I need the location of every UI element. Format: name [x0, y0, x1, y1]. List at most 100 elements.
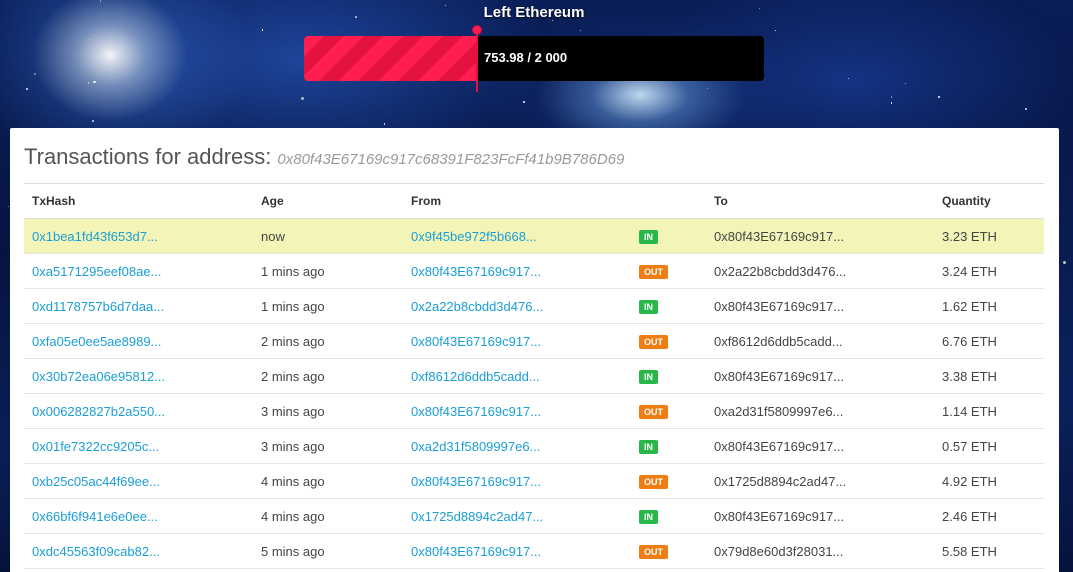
- to-address-cell: 0x80f43E67169c917...: [706, 288, 934, 324]
- txhash-cell: 0xdc45563f09cab82...: [24, 533, 253, 569]
- txhash-link[interactable]: 0xfa05e0ee5ae8989...: [32, 334, 161, 349]
- txhash-link[interactable]: 0xb25c05ac44f69ee...: [32, 474, 160, 489]
- direction-badge: IN: [639, 370, 658, 384]
- from-cell: 0x80f43E67169c917...: [403, 463, 631, 499]
- from-address-link[interactable]: 0x2a22b8cbdd3d476...: [411, 299, 543, 314]
- direction-badge: OUT: [639, 405, 668, 419]
- from-address-link[interactable]: 0x80f43E67169c917...: [411, 544, 541, 559]
- direction-badge: OUT: [639, 475, 668, 489]
- to-address-cell: 0x80f43E67169c917...: [706, 358, 934, 394]
- transactions-table-body: 0x1bea1fd43f653d7... now 0x9f45be972f5b668…: [24, 218, 1044, 569]
- txhash-cell: 0x30b72ea06e95812...: [24, 358, 253, 394]
- age-cell: 1 mins ago: [253, 253, 403, 289]
- from-address-link[interactable]: 0xa2d31f5809997e6...: [411, 439, 540, 454]
- transactions-panel: Transactions for address: 0x80f43E67169c9…: [10, 128, 1059, 572]
- age-cell: 3 mins ago: [253, 393, 403, 429]
- direction-badge: IN: [639, 230, 658, 244]
- txhash-cell: 0x006282827b2a550...: [24, 393, 253, 429]
- direction-cell: OUT: [631, 463, 706, 499]
- direction-cell: IN: [631, 428, 706, 464]
- progress-marker-dot: [472, 25, 482, 35]
- from-cell: 0x1725d8894c2ad47...: [403, 498, 631, 534]
- table-header-row: TxHash Age From To Quantity: [24, 183, 1044, 219]
- txhash-cell: 0xd1178757b6d7daa...: [24, 288, 253, 324]
- direction-badge: OUT: [639, 545, 668, 559]
- age-cell: 4 mins ago: [253, 463, 403, 499]
- quantity-cell: 0.57 ETH: [934, 428, 1044, 464]
- direction-cell: OUT: [631, 393, 706, 429]
- txhash-link[interactable]: 0xd1178757b6d7daa...: [32, 299, 164, 314]
- direction-cell: IN: [631, 358, 706, 394]
- table-row: 0x1bea1fd43f653d7... now 0x9f45be972f5b668…: [24, 218, 1044, 254]
- direction-cell: IN: [631, 288, 706, 324]
- txhash-cell: 0x66bf6f941e6e0ee...: [24, 498, 253, 534]
- txhash-link[interactable]: 0x1bea1fd43f653d7...: [32, 229, 158, 244]
- progress-widget: Left Ethereum 753.98 / 2 000: [0, 0, 1073, 110]
- table-row: 0x30b72ea06e95812... 2 mins ago 0xf8612d6d…: [24, 358, 1044, 394]
- txhash-link[interactable]: 0xdc45563f09cab82...: [32, 544, 160, 559]
- table-row: 0xd1178757b6d7daa... 1 mins ago 0x2a22b8cb…: [24, 288, 1044, 324]
- from-address-link[interactable]: 0x80f43E67169c917...: [411, 264, 541, 279]
- to-address-cell: 0x80f43E67169c917...: [706, 218, 934, 254]
- table-row: 0x01fe7322cc9205c... 3 mins ago 0xa2d31f58…: [24, 428, 1044, 464]
- progress-value-text: 753.98 / 2 000: [484, 50, 568, 65]
- quantity-cell: 1.62 ETH: [934, 288, 1044, 324]
- txhash-link[interactable]: 0xa5171295eef08ae...: [32, 264, 161, 279]
- direction-cell: OUT: [631, 533, 706, 569]
- from-address-link[interactable]: 0x1725d8894c2ad47...: [411, 509, 543, 524]
- transactions-title: Transactions for address:: [24, 144, 272, 169]
- direction-cell: IN: [631, 218, 706, 254]
- table-row: 0x006282827b2a550... 3 mins ago 0x80f43E67…: [24, 393, 1044, 429]
- txhash-cell: 0xfa05e0ee5ae8989...: [24, 323, 253, 359]
- panel-title: Transactions for address: 0x80f43E67169c9…: [24, 144, 624, 170]
- from-cell: 0x80f43E67169c917...: [403, 323, 631, 359]
- direction-cell: OUT: [631, 253, 706, 289]
- txhash-link[interactable]: 0x01fe7322cc9205c...: [32, 439, 159, 454]
- from-address-link[interactable]: 0x80f43E67169c917...: [411, 404, 541, 419]
- from-cell: 0x80f43E67169c917...: [403, 393, 631, 429]
- direction-badge: OUT: [639, 335, 668, 349]
- table-row: 0xdc45563f09cab82... 5 mins ago 0x80f43E67…: [24, 533, 1044, 569]
- from-address-link[interactable]: 0x80f43E67169c917...: [411, 334, 541, 349]
- column-header-txhash: TxHash: [24, 183, 253, 219]
- column-header-from: From: [403, 183, 631, 219]
- txhash-link[interactable]: 0x66bf6f941e6e0ee...: [32, 509, 158, 524]
- from-cell: 0xf8612d6ddb5cadd...: [403, 358, 631, 394]
- from-address-link[interactable]: 0xf8612d6ddb5cadd...: [411, 369, 540, 384]
- table-row: 0x66bf6f941e6e0ee... 4 mins ago 0x1725d889…: [24, 498, 1044, 534]
- from-cell: 0x80f43E67169c917...: [403, 533, 631, 569]
- txhash-link[interactable]: 0x30b72ea06e95812...: [32, 369, 165, 384]
- from-cell: 0x9f45be972f5b668...: [403, 218, 631, 254]
- to-address-cell: 0x80f43E67169c917...: [706, 498, 934, 534]
- txhash-cell: 0x1bea1fd43f653d7...: [24, 218, 253, 254]
- age-cell: 4 mins ago: [253, 498, 403, 534]
- from-cell: 0xa2d31f5809997e6...: [403, 428, 631, 464]
- column-header-to: To: [706, 183, 934, 219]
- to-address-cell: 0xf8612d6ddb5cadd...: [706, 323, 934, 359]
- direction-badge: IN: [639, 510, 658, 524]
- txhash-cell: 0xb25c05ac44f69ee...: [24, 463, 253, 499]
- to-address-cell: 0x2a22b8cbdd3d476...: [706, 253, 934, 289]
- quantity-cell: 2.46 ETH: [934, 498, 1044, 534]
- to-address-cell: 0x80f43E67169c917...: [706, 428, 934, 464]
- quantity-cell: 1.14 ETH: [934, 393, 1044, 429]
- age-cell: 3 mins ago: [253, 428, 403, 464]
- to-address-cell: 0x79d8e60d3f28031...: [706, 533, 934, 569]
- from-address-link[interactable]: 0x80f43E67169c917...: [411, 474, 541, 489]
- column-header-direction: [631, 183, 706, 219]
- txhash-link[interactable]: 0x006282827b2a550...: [32, 404, 165, 419]
- from-address-link[interactable]: 0x9f45be972f5b668...: [411, 229, 537, 244]
- txhash-cell: 0xa5171295eef08ae...: [24, 253, 253, 289]
- age-cell: 5 mins ago: [253, 533, 403, 569]
- direction-cell: IN: [631, 498, 706, 534]
- transactions-table: TxHash Age From To Quantity 0x1bea1fd43f…: [24, 183, 1044, 569]
- direction-badge: OUT: [639, 265, 668, 279]
- direction-badge: IN: [639, 300, 658, 314]
- quantity-cell: 6.76 ETH: [934, 323, 1044, 359]
- age-cell: 1 mins ago: [253, 288, 403, 324]
- address-value: 0x80f43E67169c917c68391F823FcFf41b9B786D…: [277, 151, 625, 168]
- column-header-quantity: Quantity: [934, 183, 1044, 219]
- progress-fill: [304, 36, 477, 81]
- progress-title: Left Ethereum: [483, 4, 585, 21]
- to-address-cell: 0xa2d31f5809997e6...: [706, 393, 934, 429]
